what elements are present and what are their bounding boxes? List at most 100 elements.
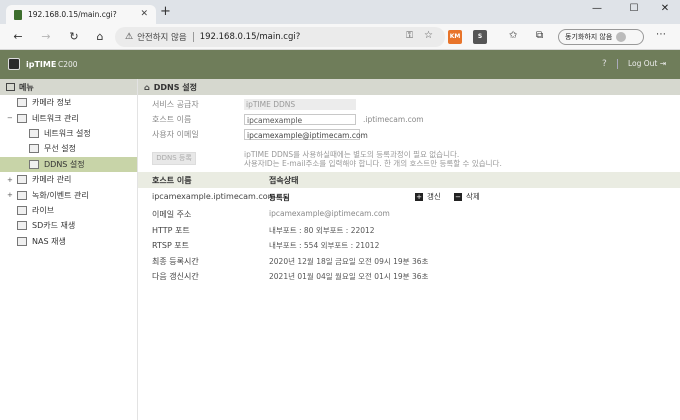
close-window-button[interactable]: ✕ bbox=[650, 3, 680, 14]
detail-label: 이메일 주소 bbox=[152, 210, 192, 219]
sidebar: 메뉴 카메라 정보 − 네트워크 관리 네트워크 설정 무선 설정 DDNS 설… bbox=[0, 79, 138, 420]
help-icon[interactable]: ? bbox=[602, 59, 607, 69]
collections-icon[interactable]: ⧉ bbox=[536, 30, 543, 41]
address-bar[interactable]: ⚠ 안전하지 않음 192.168.0.15/main.cgi? ⚿ ☆ bbox=[115, 27, 445, 47]
ddns-table-header: 호스트 이름 접속상태 bbox=[138, 172, 680, 188]
folder-icon bbox=[17, 98, 27, 108]
folder-icon bbox=[17, 205, 27, 215]
header-divider bbox=[617, 59, 618, 69]
url-text[interactable]: 192.168.0.15/main.cgi? bbox=[200, 32, 301, 42]
registered-host: ipcamexample.iptimecam.com bbox=[152, 192, 276, 201]
sidebar-item-label: 네트워크 설정 bbox=[44, 128, 91, 138]
detail-value: 내부포트 : 554 외부포트 : 21012 bbox=[269, 241, 380, 250]
favorites-icon[interactable]: ✩ bbox=[509, 30, 517, 41]
sidebar-item-label: 라이브 bbox=[32, 205, 55, 215]
sidebar-item-nas-playback[interactable]: NAS 재생 bbox=[0, 234, 137, 249]
tab-title: 192.168.0.15/main.cgi? bbox=[28, 10, 117, 19]
sidebar-item-network-settings[interactable]: 네트워크 설정 bbox=[0, 126, 137, 141]
main-panel: ⌂ DDNS 설정 서비스 공급자 ipTIME DDNS 호스트 이름 ipc… bbox=[138, 79, 680, 420]
sidebar-item-label: DDNS 설정 bbox=[44, 159, 85, 169]
refresh-label: 갱신 bbox=[427, 192, 441, 201]
tab-close-icon[interactable]: ✕ bbox=[140, 9, 148, 19]
logout-icon: ⇥ bbox=[659, 59, 667, 68]
detail-label: RTSP 포트 bbox=[152, 241, 190, 250]
expand-icon[interactable]: + bbox=[7, 191, 13, 199]
host-suffix: .iptimecam.com bbox=[363, 115, 424, 124]
sync-button[interactable]: 동기화하지 않음 bbox=[558, 29, 644, 45]
star-icon[interactable]: ☆ bbox=[424, 30, 433, 41]
host-label: 호스트 이름 bbox=[152, 115, 192, 124]
detail-label: 다음 갱신시간 bbox=[152, 272, 199, 281]
extension-km-icon[interactable]: KM bbox=[448, 30, 462, 44]
logout-button[interactable]: Log Out ⇥ bbox=[628, 59, 666, 68]
profile-avatar-icon bbox=[616, 32, 627, 42]
security-status[interactable]: 안전하지 않음 bbox=[137, 31, 187, 43]
delete-label: 삭제 bbox=[466, 192, 480, 201]
more-icon[interactable]: ⋯ bbox=[656, 29, 666, 40]
browser-titlebar: 192.168.0.15/main.cgi? ✕ + — ☐ ✕ bbox=[0, 0, 680, 24]
detail-value: 2021년 01월 04일 월요일 오전 01시 19분 36초 bbox=[269, 272, 429, 281]
brand-logo: ipTIME bbox=[26, 60, 57, 69]
sidebar-item-label: NAS 재생 bbox=[32, 236, 66, 246]
folder-icon bbox=[17, 190, 27, 200]
sidebar-item-wireless[interactable]: 무선 설정 bbox=[0, 141, 137, 156]
detail-value: ipcamexample@iptimecam.com bbox=[269, 209, 390, 218]
sidebar-item-label: 네트워크 관리 bbox=[32, 113, 79, 123]
detail-value: 2020년 12월 18일 금요일 오전 09시 19분 36초 bbox=[269, 257, 429, 266]
col-host-header: 호스트 이름 bbox=[152, 175, 192, 185]
reload-icon[interactable]: ↻ bbox=[66, 30, 82, 43]
house-icon: ⌂ bbox=[144, 82, 150, 92]
page-icon bbox=[29, 128, 39, 138]
detail-value: 내부포트 : 80 외부포트 : 22012 bbox=[269, 226, 375, 235]
key-icon[interactable]: ⚿ bbox=[406, 31, 413, 41]
sidebar-item-recording[interactable]: + 녹화/이벤트 관리 bbox=[0, 187, 137, 202]
sidebar-item-network[interactable]: − 네트워크 관리 bbox=[0, 110, 137, 125]
minimize-button[interactable]: — bbox=[582, 3, 612, 14]
sidebar-item-ddns[interactable]: DDNS 설정 bbox=[0, 156, 137, 172]
sidebar-title: 메뉴 bbox=[19, 82, 34, 92]
expand-icon[interactable]: + bbox=[7, 176, 13, 184]
back-icon[interactable]: ← bbox=[10, 30, 26, 43]
email-label: 사용자 이메일 bbox=[152, 130, 199, 139]
menu-icon bbox=[6, 83, 15, 91]
ddns-register-button[interactable]: DDNS 등록 bbox=[152, 152, 196, 165]
sidebar-item-label: 카메라 정보 bbox=[32, 98, 72, 108]
sidebar-item-label: SD카드 재생 bbox=[32, 221, 76, 231]
sidebar-item-sd-playback[interactable]: SD카드 재생 bbox=[0, 218, 137, 233]
app-header: ipTIME C200 ? Log Out ⇥ bbox=[0, 50, 680, 79]
logout-label: Log Out bbox=[628, 59, 658, 68]
folder-icon bbox=[17, 221, 27, 231]
favicon-icon bbox=[14, 9, 22, 20]
page-title: DDNS 설정 bbox=[153, 82, 197, 92]
email-input[interactable]: ipcamexample@iptimecam.com bbox=[244, 129, 368, 140]
model-name: C200 bbox=[58, 60, 78, 69]
minus-icon: − bbox=[454, 192, 462, 201]
folder-icon bbox=[17, 175, 27, 185]
sidebar-item-live[interactable]: 라이브 bbox=[0, 203, 137, 218]
sidebar-item-camera-info[interactable]: 카메라 정보 bbox=[0, 95, 137, 110]
extension-s-icon[interactable]: S bbox=[473, 30, 487, 44]
detail-label: HTTP 포트 bbox=[152, 226, 190, 235]
refresh-button[interactable]: + 갱신 bbox=[415, 191, 441, 202]
host-name-input[interactable]: ipcamexample bbox=[244, 114, 356, 125]
maximize-button[interactable]: ☐ bbox=[619, 3, 649, 14]
page-icon bbox=[29, 144, 39, 154]
detail-label: 최종 등록시간 bbox=[152, 257, 199, 266]
folder-icon bbox=[17, 236, 27, 246]
sidebar-item-label: 카메라 관리 bbox=[32, 175, 72, 185]
page-icon bbox=[29, 159, 39, 169]
service-provider-select: ipTIME DDNS bbox=[244, 99, 356, 110]
warning-icon: ⚠ bbox=[125, 32, 134, 42]
service-label: 서비스 공급자 bbox=[152, 100, 199, 109]
sidebar-item-camera-manage[interactable]: + 카메라 관리 bbox=[0, 172, 137, 187]
home-icon[interactable]: ⌂ bbox=[92, 30, 108, 43]
delete-button[interactable]: − 삭제 bbox=[454, 191, 480, 202]
sync-label: 동기화하지 않음 bbox=[565, 33, 613, 41]
forward-icon[interactable]: → bbox=[38, 30, 54, 43]
browser-tab[interactable]: 192.168.0.15/main.cgi? ✕ bbox=[6, 5, 156, 24]
collapse-icon[interactable]: − bbox=[7, 114, 13, 122]
sidebar-header: 메뉴 bbox=[0, 79, 137, 95]
sidebar-item-label: 무선 설정 bbox=[44, 144, 76, 154]
col-status-header: 접속상태 bbox=[269, 175, 299, 185]
new-tab-button[interactable]: + bbox=[160, 5, 171, 19]
